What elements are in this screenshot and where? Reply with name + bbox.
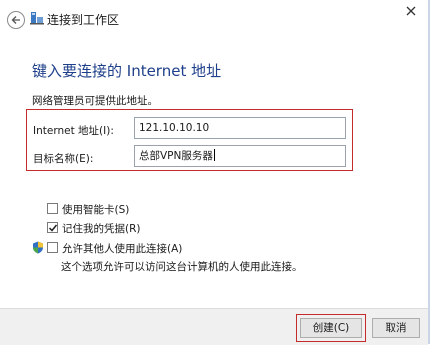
address-value: 121.10.10.10 xyxy=(139,122,210,134)
remember-credentials-checkbox[interactable] xyxy=(47,222,58,233)
address-input[interactable]: 121.10.10.10 xyxy=(134,117,346,139)
network-icon xyxy=(30,12,44,25)
allow-others-checkbox[interactable] xyxy=(47,242,58,253)
destination-name-input[interactable]: 总部VPN服务器 xyxy=(134,145,346,167)
checkmark-icon xyxy=(48,224,58,232)
page-heading: 键入要连接的 Internet 地址 xyxy=(32,62,222,80)
allow-others-label: 允许其他人使用此连接(A) xyxy=(62,243,183,255)
window-title: 连接到工作区 xyxy=(47,13,120,27)
back-button[interactable] xyxy=(7,11,25,29)
allow-others-note: 这个选项允许可以访问这台计算机的人使用此连接。 xyxy=(61,261,303,273)
info-text: 网络管理员可提供此地址。 xyxy=(32,95,158,107)
text-caret xyxy=(213,149,215,161)
close-button[interactable] xyxy=(393,0,429,22)
cancel-button[interactable]: 取消 xyxy=(372,318,420,338)
destination-name-value: 总部VPN服务器 xyxy=(139,150,213,162)
back-arrow-icon xyxy=(11,16,20,24)
smart-card-label: 使用智能卡(S) xyxy=(62,204,130,216)
close-icon xyxy=(406,6,416,16)
smart-card-checkbox[interactable] xyxy=(47,203,58,214)
remember-credentials-label: 记住我的凭据(R) xyxy=(62,223,141,235)
shield-icon xyxy=(33,241,43,254)
address-label: Internet 地址(I): xyxy=(33,125,114,137)
create-button[interactable]: 创建(C) xyxy=(300,318,362,338)
name-label: 目标名称(E): xyxy=(33,153,94,165)
